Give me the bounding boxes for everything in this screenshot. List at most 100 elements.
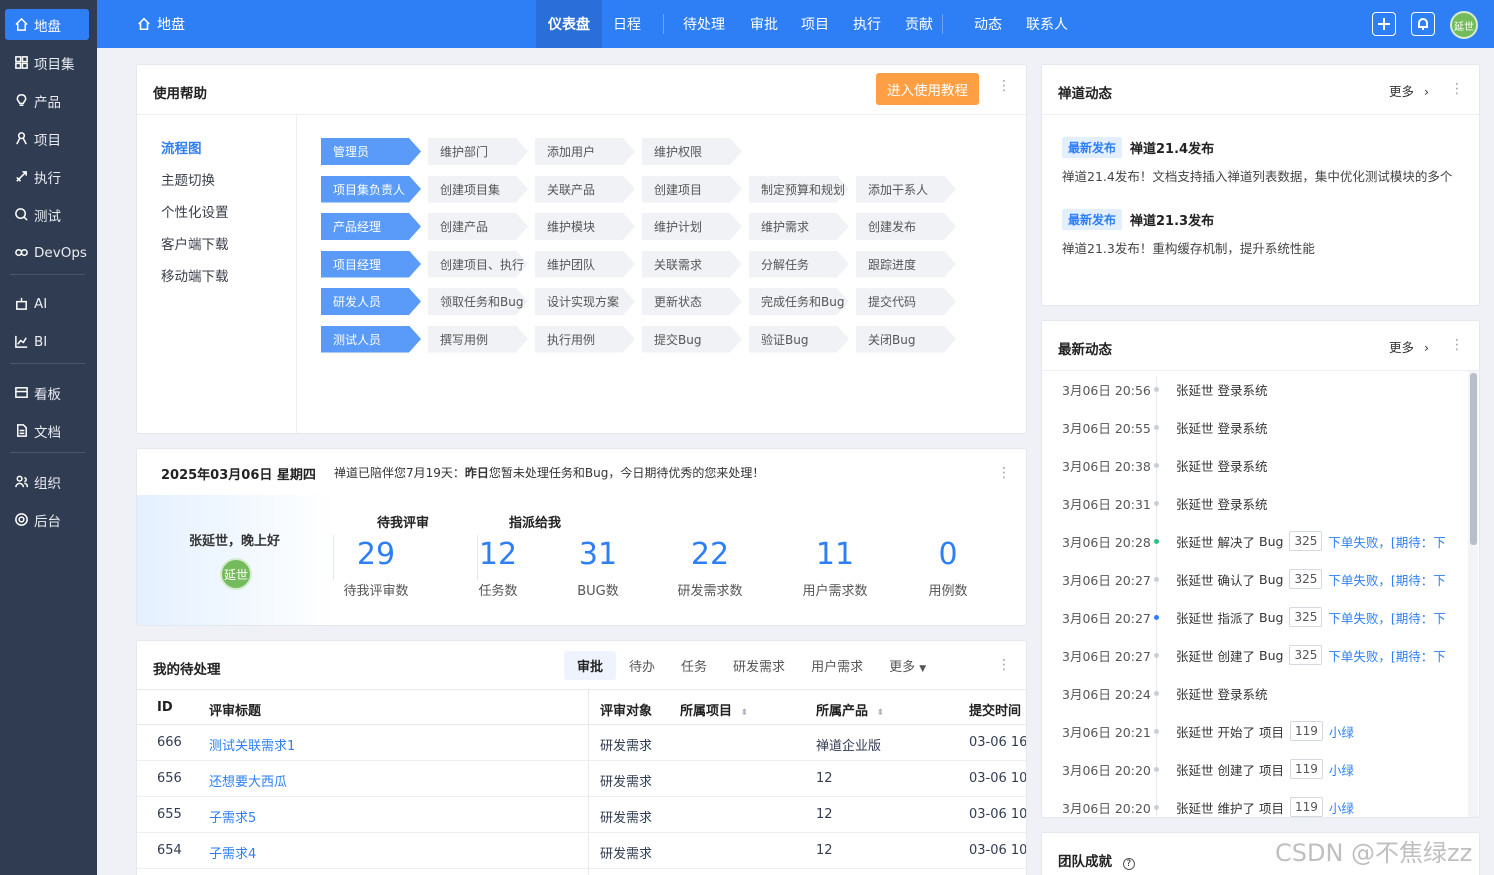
nav-tab-1[interactable]: 日程: [601, 0, 653, 48]
zentao-news-card: 禅道动态 更多 › ⋮ 最新发布 禅道21.4发布 禅道21.4发布！文档支持插入禅…: [1041, 64, 1480, 306]
sort-icon[interactable]: ⬍: [877, 708, 885, 718]
sidebar-item-9[interactable]: 看板: [5, 377, 89, 408]
flow-step: 领取任务和Bug: [428, 288, 528, 315]
scrollbar-thumb[interactable]: [1470, 373, 1477, 545]
tutorial-button[interactable]: 进入使用教程: [876, 73, 979, 105]
stat-value[interactable]: 11: [780, 537, 890, 572]
nav-tab-2[interactable]: 待处理: [671, 0, 737, 48]
table-cell-title[interactable]: 测试关联需求1: [209, 735, 295, 754]
sidebar-item-12[interactable]: 后台: [5, 504, 89, 535]
stat-value[interactable]: 29: [321, 537, 431, 572]
divider: [1042, 114, 1479, 115]
todo-more-icon[interactable]: ⋮: [997, 658, 1011, 672]
news-item-desc: 禅道21.3发布！重构缓存机制，提升系统性能: [1062, 241, 1315, 256]
timeline-item: 3月06日 20:20 张延世 创建了 项目 119 小绿: [1042, 750, 1467, 788]
table-row[interactable]: 656 还想要大西瓜 研发需求 12 03-06 10:1: [137, 761, 1026, 797]
sidebar-item-4[interactable]: 执行: [5, 161, 89, 192]
timeline-target-link[interactable]: 小绿: [1329, 722, 1354, 741]
sidebar-item-11[interactable]: 组织: [5, 466, 89, 497]
table-cell-title[interactable]: 子需求5: [209, 807, 256, 826]
help-more-icon[interactable]: ⋮: [997, 79, 1011, 93]
user-avatar[interactable]: 延世: [1450, 11, 1478, 39]
timeline-item: 3月06日 20:27 张延世 创建了 Bug 325 下单失败，[期待：下: [1042, 636, 1467, 674]
table-cell-title[interactable]: 子需求4: [209, 843, 256, 862]
todo-tab-4[interactable]: 用户需求: [798, 651, 876, 680]
todo-tab-2[interactable]: 任务: [668, 651, 720, 680]
nav-tab-5[interactable]: 执行: [841, 0, 893, 48]
timeline-target-link[interactable]: 下单失败，[期待：下: [1328, 570, 1445, 589]
nav-tab-7[interactable]: 动态: [962, 0, 1014, 48]
table-cell-time: 03-06 10:1: [969, 807, 1026, 822]
news-item-title[interactable]: 最新发布 禅道21.3发布: [1062, 209, 1214, 230]
help-link-1[interactable]: 主题切换: [161, 169, 215, 189]
nav-tab-0[interactable]: 仪表盘: [536, 0, 602, 48]
nav-tab-8[interactable]: 联系人: [1014, 0, 1080, 48]
flow-role: 研发人员: [321, 288, 421, 315]
todo-tab-3[interactable]: 研发需求: [720, 651, 798, 680]
breadcrumb-label: 地盘: [157, 17, 185, 33]
nav-tab-6[interactable]: 贡献: [893, 0, 945, 48]
caret-down-icon: ▼: [919, 663, 927, 674]
zentao-news-more-icon[interactable]: ⋮: [1450, 82, 1464, 96]
breadcrumb-home[interactable]: 地盘: [137, 0, 185, 48]
table-cell-title[interactable]: 还想要大西瓜: [209, 771, 287, 790]
gear-icon: [13, 512, 29, 528]
help-link-4[interactable]: 移动端下载: [161, 265, 229, 285]
news-item-title[interactable]: 最新发布 禅道21.4发布: [1062, 137, 1214, 158]
sidebar-item-8[interactable]: BI: [5, 326, 89, 357]
welcome-more-icon[interactable]: ⋮: [997, 466, 1011, 480]
column-header[interactable]: 评审标题: [209, 700, 261, 719]
latest-more-link[interactable]: 更多 ›: [1389, 337, 1429, 356]
timeline-dot: [1154, 690, 1159, 696]
table-row[interactable]: 654 子需求4 研发需求 12 03-06 10:1: [137, 833, 1026, 869]
table-row[interactable]: 666 测试关联需求1 研发需求 禅道企业版 03-06 16:0: [137, 725, 1026, 761]
column-header[interactable]: 提交时间: [969, 700, 1026, 719]
column-header[interactable]: 所属产品 ⬍: [816, 700, 884, 719]
help-link-3[interactable]: 客户端下载: [161, 233, 229, 253]
sort-icon[interactable]: ⬍: [741, 708, 749, 718]
help-circle-icon[interactable]: ?: [1122, 858, 1135, 870]
zentao-news-more-link[interactable]: 更多 ›: [1389, 81, 1429, 100]
sidebar-item-6[interactable]: DevOps: [5, 237, 89, 268]
todo-tab-0[interactable]: 审批: [564, 650, 617, 680]
timeline-target-link[interactable]: 下单失败，[期待：下: [1328, 608, 1445, 627]
stat-value[interactable]: 12: [443, 537, 553, 572]
todo-card: 我的待处理 审批 待办 任务 研发需求 用户需求 更多 ▼ ⋮ ID 评审标题 评审对象 所属项…: [136, 640, 1027, 875]
timeline-target-link[interactable]: 下单失败，[期待：下: [1328, 532, 1445, 551]
sidebar-item-7[interactable]: AI: [5, 288, 89, 319]
table-row[interactable]: 655 子需求5 研发需求 12 03-06 10:1: [137, 797, 1026, 833]
column-header[interactable]: 评审对象: [600, 700, 652, 719]
flow-step: 创建项目、执行: [428, 250, 528, 278]
sidebar-item-1[interactable]: 项目集: [5, 47, 89, 78]
table-cell-object: 研发需求: [600, 811, 653, 826]
help-link-0[interactable]: 流程图: [161, 137, 202, 157]
timeline-target-link[interactable]: 下单失败，[期待：下: [1328, 646, 1445, 665]
timeline-target-link[interactable]: 小绿: [1329, 760, 1354, 779]
sidebar-item-2[interactable]: 产品: [5, 85, 89, 116]
column-header-label: 提交时间: [969, 704, 1022, 719]
flow-step: 设计实现方案: [535, 288, 635, 315]
sidebar-item-0[interactable]: 地盘: [5, 9, 89, 40]
nav-tab-3[interactable]: 审批: [738, 0, 790, 48]
todo-tab-1[interactable]: 待办: [616, 651, 668, 680]
column-header[interactable]: ID: [157, 700, 173, 715]
todo-tab-5[interactable]: 更多 ▼: [876, 651, 939, 680]
notification-button[interactable]: [1411, 12, 1435, 36]
nav-tab-4[interactable]: 项目: [789, 0, 841, 48]
sidebar-item-3[interactable]: 项目: [5, 123, 89, 154]
stat-value[interactable]: 22: [655, 537, 765, 572]
sidebar-item-5[interactable]: 测试: [5, 199, 89, 230]
sidebar-item-10[interactable]: 文档: [5, 415, 89, 446]
stat-value[interactable]: 0: [893, 537, 1003, 572]
welcome-date: 2025年03月06日 星期四: [161, 468, 316, 483]
latest-more-icon[interactable]: ⋮: [1450, 338, 1464, 352]
sidebar-divider: [10, 452, 85, 453]
help-link-2[interactable]: 个性化设置: [161, 201, 229, 221]
add-button[interactable]: [1372, 12, 1396, 36]
timeline-target-link[interactable]: 小绿: [1329, 798, 1354, 817]
person-icon: [13, 131, 29, 147]
column-header[interactable]: 所属项目 ⬍: [680, 700, 748, 719]
stat-value[interactable]: 31: [543, 537, 653, 572]
timeline-user: 张延世: [1176, 572, 1214, 588]
flow-step: 创建产品: [428, 213, 528, 240]
